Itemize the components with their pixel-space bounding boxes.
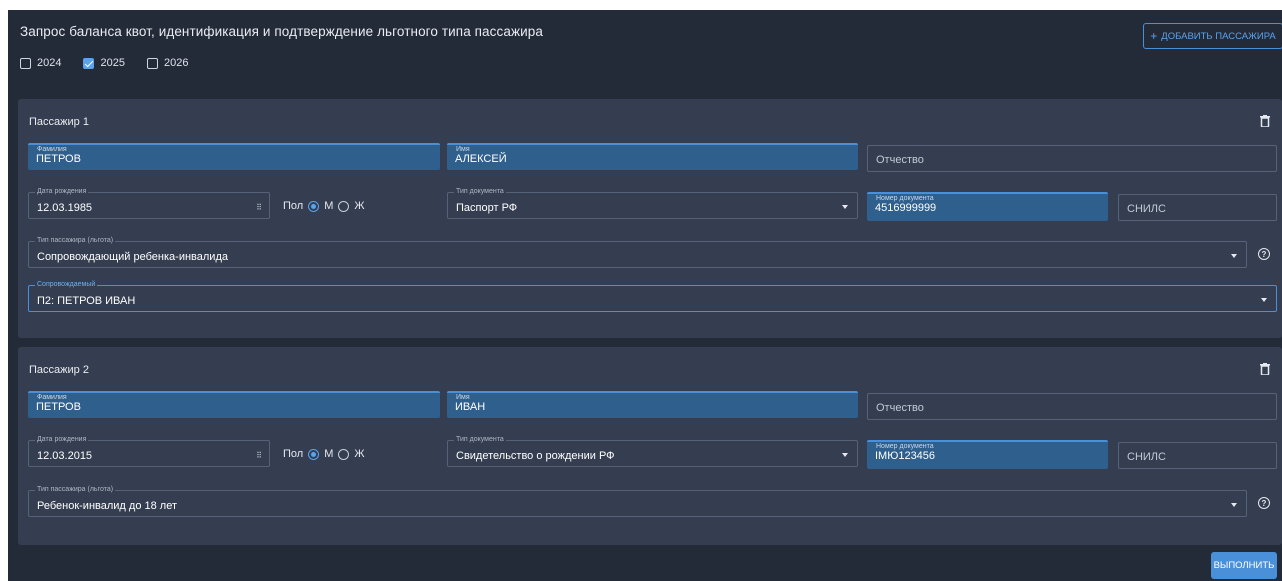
middle-name-field[interactable]: Отчество <box>867 393 1277 420</box>
gender-label: Пол <box>283 200 304 212</box>
year-selector: 2024 2025 2026 <box>20 57 188 69</box>
gender-group: Пол М Ж <box>283 200 365 212</box>
help-icon[interactable]: ? <box>1258 497 1270 509</box>
run-button[interactable]: ВЫПОЛНИТЬ <box>1211 552 1277 579</box>
field-value: ИВАН <box>455 401 486 413</box>
field-value: АЛЕКСЕЙ <box>455 153 507 165</box>
year-label: 2025 <box>100 57 125 69</box>
year-2024-checkbox[interactable]: 2024 <box>20 57 61 69</box>
gender-group: Пол М Ж <box>283 448 365 460</box>
chevron-down-icon <box>1261 298 1267 302</box>
snils-field[interactable]: СНИЛС <box>1118 442 1277 469</box>
year-label: 2026 <box>163 57 189 69</box>
field-placeholder: СНИЛС <box>1127 451 1166 463</box>
plus-icon: + <box>1150 29 1158 43</box>
gender-female-label: Ж <box>354 200 365 212</box>
add-passenger-label: ДОБАВИТЬ ПАССАЖИРА <box>1161 30 1276 42</box>
gender-female-radio[interactable] <box>338 200 350 212</box>
doc-type-select[interactable]: Тип документа Свидетельство о рождении Р… <box>447 435 858 467</box>
gender-male-radio[interactable] <box>308 448 320 460</box>
gender-label: Пол <box>283 448 304 460</box>
app-window: Запрос баланса квот, идентификация и под… <box>8 10 1282 581</box>
accompanied-select[interactable]: Сопровождаемый П2: ПЕТРОВ ИВАН <box>28 280 1277 312</box>
passenger-card-2: Пассажир 2 Фамилия ПЕТРОВ Имя ИВАН Отчес… <box>18 347 1282 545</box>
field-placeholder: СНИЛС <box>1127 203 1166 215</box>
middle-name-field[interactable]: Отчество <box>867 145 1277 172</box>
calendar-icon[interactable]: ⠿ <box>256 203 262 212</box>
gender-male-label: М <box>324 448 334 460</box>
field-label: Тип пассажира (льгота) <box>35 236 116 246</box>
field-value: 4516999999 <box>875 202 937 214</box>
birth-date-field[interactable]: Дата рождения 12.03.2015 ⠿ <box>28 435 270 467</box>
field-value: ПЕТРОВ <box>36 153 81 165</box>
first-name-field[interactable]: Имя ИВАН <box>447 391 858 418</box>
calendar-icon[interactable]: ⠿ <box>256 451 262 460</box>
passenger-card-1: Пассажир 1 Фамилия ПЕТРОВ Имя АЛЕКСЕЙ От… <box>18 99 1282 338</box>
checkbox-icon <box>146 57 158 69</box>
field-placeholder: Отчество <box>876 402 924 414</box>
field-value: IМЮ123456 <box>875 450 936 462</box>
chevron-down-icon <box>1231 254 1237 258</box>
field-value: ПЕТРОВ <box>36 401 81 413</box>
chevron-down-icon <box>842 453 848 457</box>
gender-male-label: М <box>324 200 334 212</box>
chevron-down-icon <box>1231 503 1237 507</box>
gender-male-radio[interactable] <box>308 200 320 212</box>
passenger-card-title: Пассажир 1 <box>29 116 89 128</box>
first-name-field[interactable]: Имя АЛЕКСЕЙ <box>447 143 858 170</box>
gender-female-label: Ж <box>354 448 365 460</box>
passenger-type-select[interactable]: Тип пассажира (льгота) Сопровождающий ре… <box>28 236 1247 268</box>
last-name-field[interactable]: Фамилия ПЕТРОВ <box>28 391 440 418</box>
trash-icon[interactable] <box>1260 363 1270 375</box>
checkbox-icon <box>20 57 31 69</box>
page-title: Запрос баланса квот, идентификация и под… <box>20 24 543 39</box>
checkbox-checked-icon <box>83 57 95 69</box>
field-label: Тип пассажира (льгота) <box>35 485 116 495</box>
chevron-down-icon <box>842 205 848 209</box>
gender-female-radio[interactable] <box>338 448 350 460</box>
passenger-card-title: Пассажир 2 <box>29 364 89 376</box>
trash-icon[interactable] <box>1260 115 1270 127</box>
field-value: П2: ПЕТРОВ ИВАН <box>37 295 136 307</box>
field-value: 12.03.2015 <box>37 450 93 462</box>
year-2025-checkbox[interactable]: 2025 <box>83 57 125 69</box>
doc-number-field[interactable]: Номер документа IМЮ123456 <box>867 440 1108 469</box>
add-passenger-button[interactable]: + ДОБАВИТЬ ПАССАЖИРА <box>1143 23 1282 49</box>
doc-type-select[interactable]: Тип документа Паспорт РФ <box>447 187 858 219</box>
field-label: Тип документа <box>454 435 506 445</box>
field-label: Дата рождения <box>35 187 89 197</box>
field-value: Паспорт РФ <box>456 202 518 214</box>
year-label: 2024 <box>37 57 62 69</box>
year-2026-checkbox[interactable]: 2026 <box>146 57 189 69</box>
doc-number-field[interactable]: Номер документа 4516999999 <box>867 192 1108 221</box>
last-name-field[interactable]: Фамилия ПЕТРОВ <box>28 143 440 170</box>
passenger-type-select[interactable]: Тип пассажира (льгота) Ребенок-инвалид д… <box>28 485 1247 517</box>
field-label: Тип документа <box>454 187 506 197</box>
snils-field[interactable]: СНИЛС <box>1118 194 1277 221</box>
field-value: Ребенок-инвалид до 18 лет <box>37 500 177 512</box>
field-value: Свидетельство о рождении РФ <box>456 450 615 462</box>
help-icon[interactable]: ? <box>1258 248 1270 260</box>
field-label: Дата рождения <box>35 435 89 445</box>
field-label: Сопровождаемый <box>35 280 98 290</box>
field-value: 12.03.1985 <box>37 202 93 214</box>
birth-date-field[interactable]: Дата рождения 12.03.1985 ⠿ <box>28 187 270 219</box>
field-value: Сопровождающий ребенка-инвалида <box>37 251 228 263</box>
field-placeholder: Отчество <box>876 154 924 166</box>
